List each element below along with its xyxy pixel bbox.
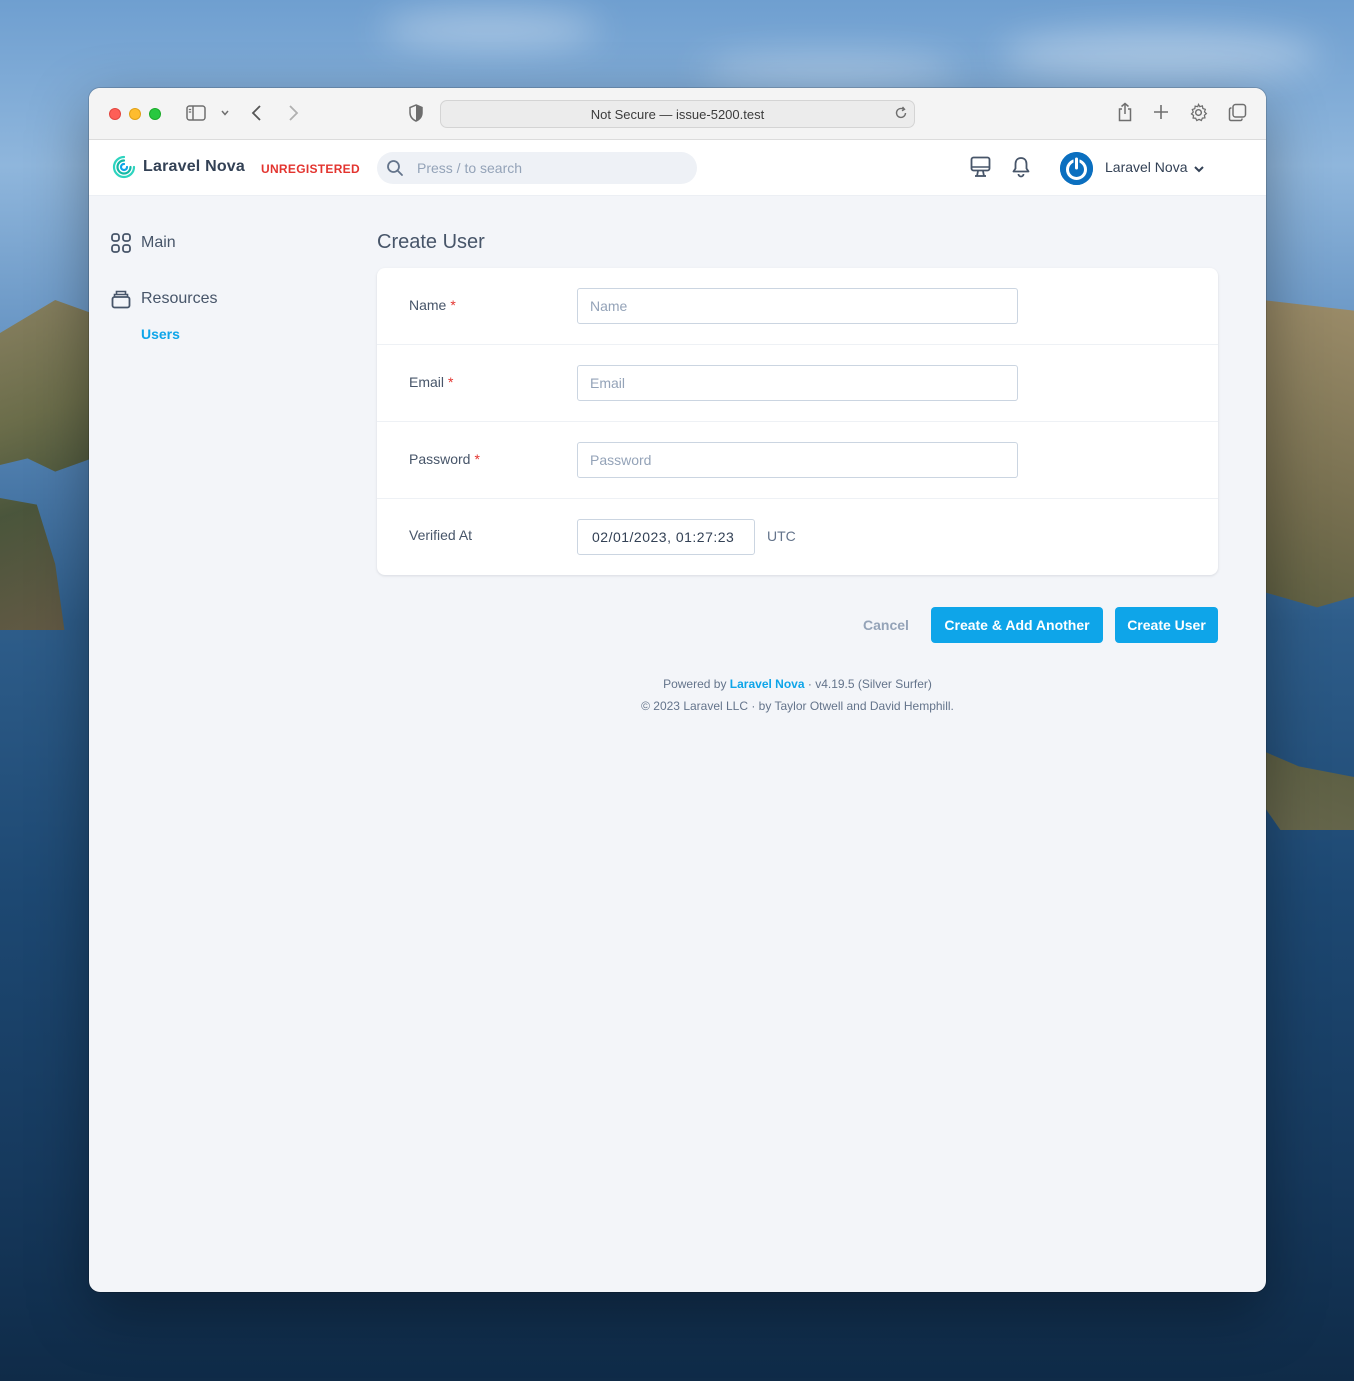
gear-icon[interactable] (1189, 103, 1208, 122)
bell-icon[interactable] (1011, 156, 1031, 183)
sidebar-item-label: Main (141, 234, 176, 251)
avatar[interactable] (1060, 152, 1093, 185)
page-title: Create User (377, 231, 485, 253)
sky-cloud (700, 55, 960, 85)
form-row-name: Name * (377, 268, 1218, 345)
zoom-window-button[interactable] (149, 108, 161, 120)
sidebar-item-label: Resources (141, 290, 218, 307)
user-menu-name[interactable]: Laravel Nova (1105, 159, 1188, 175)
sky-cloud (380, 10, 600, 50)
sidebar-toggle-icon[interactable] (186, 104, 206, 122)
form-row-email: Email * (377, 345, 1218, 422)
sidebar-item-resources[interactable]: Resources (111, 289, 217, 309)
verified-at-datetime-input[interactable] (577, 519, 755, 555)
sidebar-item-main[interactable]: Main (111, 233, 176, 253)
footer-powered-by: Powered by Laravel Nova · v4.19.5 (Silve… (663, 677, 932, 691)
share-icon[interactable] (1116, 102, 1134, 122)
password-field[interactable] (577, 442, 1018, 478)
background-cliff-left (0, 300, 92, 630)
address-bar[interactable]: Not Secure — issue-5200.test (440, 100, 915, 128)
field-label-email: Email * (409, 374, 454, 390)
reload-icon[interactable] (894, 106, 908, 123)
form-row-verified-at: Verified At UTC (377, 499, 1218, 575)
grid-icon (111, 233, 131, 253)
privacy-shield-icon[interactable] (408, 104, 424, 122)
browser-window: Not Secure — issue-5200.test Laravel Nov… (89, 88, 1266, 1292)
name-field[interactable] (577, 288, 1018, 324)
sky-cloud (1000, 30, 1320, 80)
unregistered-badge[interactable]: UNREGISTERED (261, 162, 360, 176)
chevron-down-icon[interactable] (220, 108, 230, 118)
desktop-monitor-icon[interactable] (970, 156, 991, 183)
browser-toolbar: Not Secure — issue-5200.test (89, 88, 1266, 140)
create-and-add-another-button[interactable]: Create & Add Another (931, 607, 1103, 643)
required-mark: * (448, 374, 454, 390)
field-label-name: Name * (409, 297, 456, 313)
search-icon (386, 159, 404, 182)
new-tab-plus-icon[interactable] (1153, 104, 1169, 120)
cancel-button[interactable]: Cancel (855, 607, 917, 643)
laravel-nova-link[interactable]: Laravel Nova (730, 677, 805, 691)
nova-logo-icon[interactable] (112, 155, 136, 184)
chevron-down-icon[interactable] (1193, 162, 1205, 180)
address-bar-text: Not Secure — issue-5200.test (590, 106, 765, 122)
tab-overview-icon[interactable] (1228, 103, 1247, 122)
footer-copyright: © 2023 Laravel LLC · by Taylor Otwell an… (641, 699, 954, 713)
forward-arrow-icon[interactable] (285, 104, 301, 122)
back-arrow-icon[interactable] (249, 104, 265, 122)
form-row-password: Password * (377, 422, 1218, 499)
background-cliff-right (1262, 300, 1354, 830)
field-label-password: Password * (409, 451, 480, 467)
required-mark: * (450, 297, 456, 313)
field-label-verified-at: Verified At (409, 527, 473, 543)
minimize-window-button[interactable] (129, 108, 141, 120)
sidebar-item-users[interactable]: Users (141, 326, 180, 342)
create-user-button[interactable]: Create User (1115, 607, 1218, 643)
app-header: Laravel Nova UNREGISTERED Laravel Nova (89, 140, 1266, 196)
search-input[interactable] (377, 152, 697, 184)
email-field[interactable] (577, 365, 1018, 401)
close-window-button[interactable] (109, 108, 121, 120)
timezone-label: UTC (767, 528, 796, 544)
create-user-form: Name* Email* Password* Verified At UTC (377, 268, 1218, 575)
required-mark: * (474, 451, 480, 467)
brand-name[interactable]: Laravel Nova (143, 158, 245, 176)
database-stack-icon (111, 289, 131, 309)
global-search[interactable] (377, 152, 697, 184)
